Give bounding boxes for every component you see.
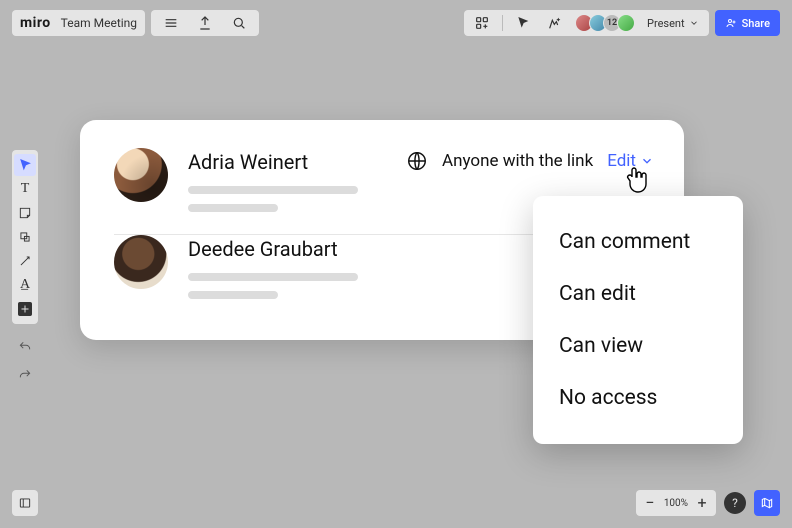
tools-toolbar: T A̲ (12, 150, 38, 324)
sticky-tool[interactable] (14, 202, 36, 224)
link-permission-dropdown[interactable]: Edit (607, 151, 654, 171)
placeholder-line (188, 291, 278, 299)
help-button[interactable]: ? (724, 492, 746, 514)
line-tool[interactable] (14, 250, 36, 272)
present-label: Present (647, 17, 685, 30)
select-tool[interactable] (14, 154, 36, 176)
zoom-value[interactable]: 100% (664, 498, 688, 509)
present-button[interactable]: Present (643, 17, 703, 30)
shape-tool[interactable] (14, 226, 36, 248)
share-button[interactable]: Share (715, 10, 780, 36)
zoom-in-button[interactable]: + (694, 495, 710, 511)
apps-icon[interactable] (470, 11, 494, 35)
search-icon[interactable] (227, 11, 251, 35)
text-tool[interactable]: T (14, 178, 36, 200)
frames-panel-button[interactable] (12, 490, 38, 516)
permission-option[interactable]: Can view (533, 320, 743, 372)
participant-avatars[interactable]: 12 (575, 14, 635, 32)
hamburger-icon[interactable] (159, 11, 183, 35)
zoom-control: − 100% + (636, 490, 716, 516)
reactions-icon[interactable] (543, 11, 567, 35)
cursor-icon[interactable] (511, 11, 535, 35)
chevron-down-icon (689, 18, 699, 28)
board-menu-group (151, 10, 259, 36)
globe-icon (406, 150, 428, 172)
redo-button[interactable] (14, 364, 36, 386)
placeholder-line (188, 186, 358, 194)
more-tools[interactable] (14, 298, 36, 320)
board-title: Team Meeting (61, 16, 137, 30)
permission-menu: Can comment Can edit Can view No access (533, 196, 743, 444)
link-permission-label: Edit (607, 151, 636, 171)
board-chip[interactable]: miro Team Meeting (12, 10, 145, 36)
share-label: Share (742, 17, 770, 30)
collab-group: 12 Present (464, 10, 709, 36)
history-toolbar (12, 336, 38, 386)
permission-option[interactable]: Can edit (533, 268, 743, 320)
app-logo: miro (20, 15, 51, 31)
placeholder-line (188, 204, 278, 212)
undo-button[interactable] (14, 336, 36, 358)
pen-tool[interactable]: A̲ (14, 274, 36, 296)
placeholder-line (188, 273, 358, 281)
person-plus-icon (725, 17, 737, 29)
map-button[interactable] (754, 490, 780, 516)
avatar (114, 148, 168, 202)
avatar (617, 14, 635, 32)
chevron-down-icon (640, 154, 654, 168)
zoom-out-button[interactable]: − (642, 495, 658, 511)
permission-option[interactable]: No access (533, 372, 743, 424)
avatar (114, 235, 168, 289)
link-scope-label: Anyone with the link (442, 151, 593, 171)
link-sharing-control: Anyone with the link Edit (406, 150, 654, 172)
permission-option[interactable]: Can comment (533, 216, 743, 268)
export-icon[interactable] (193, 11, 217, 35)
